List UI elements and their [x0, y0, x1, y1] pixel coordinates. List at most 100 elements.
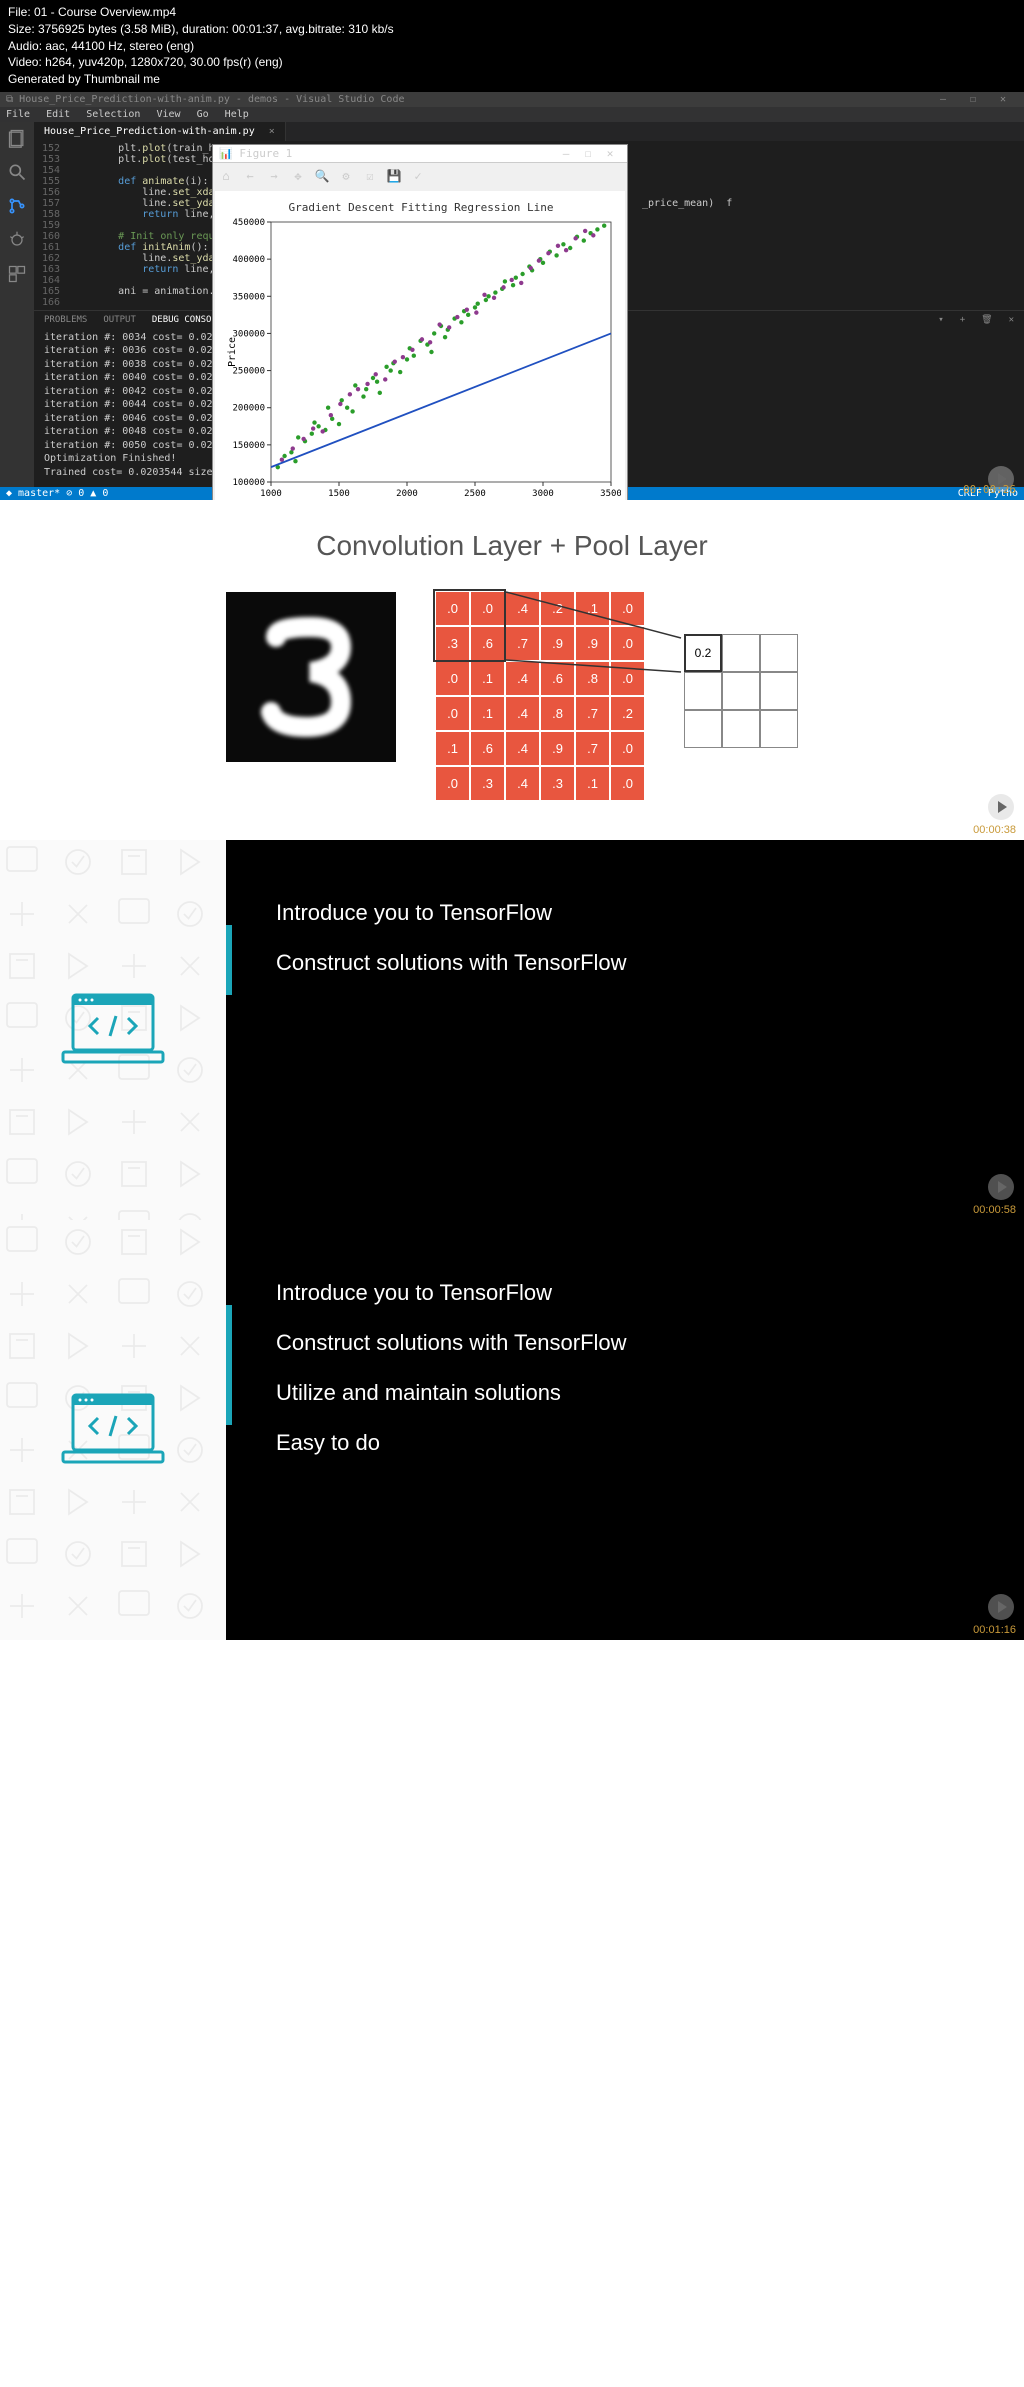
video-metadata-header: File: 01 - Course Overview.mp4 Size: 375… — [0, 0, 1024, 92]
conv-cell: .4 — [506, 732, 539, 765]
conv-cell: .0 — [611, 592, 644, 625]
svg-text:2000: 2000 — [396, 489, 418, 499]
activity-bar — [0, 122, 34, 488]
editor-tabs: House_Price_Prediction-with-anim.py × — [34, 122, 1024, 141]
conv-cell: .8 — [576, 662, 609, 695]
slide-line: Introduce you to TensorFlow — [276, 1280, 994, 1306]
fig-maximize-button[interactable]: ☐ — [577, 147, 599, 160]
conv-cell: .4 — [506, 592, 539, 625]
fig-tool-0[interactable]: ⌂ — [217, 167, 235, 185]
timestamp-label: 00:01:16 — [973, 1624, 1016, 1636]
search-icon[interactable] — [7, 162, 27, 182]
conv-cell: .0 — [436, 662, 469, 695]
laptop-code-icon — [58, 990, 168, 1070]
digit-3-icon — [241, 607, 381, 747]
matplotlib-figure-window: 📊 Figure 1 — ☐ ✕ ⌂ ← → ✥ 🔍 ⚙ ☑ 💾 ✓ Gradient Desc… — [212, 144, 628, 519]
fig-minimize-button[interactable]: — — [555, 147, 577, 160]
fig-tool-7[interactable]: 💾 — [385, 167, 403, 185]
extensions-icon[interactable] — [7, 264, 27, 284]
slide-left-panel — [0, 840, 226, 1220]
fig-close-button[interactable]: ✕ — [599, 147, 621, 160]
vscode-window: ⧉ House_Price_Prediction-with-anim.py - … — [0, 92, 1024, 501]
fig-tool-8[interactable]: ✓ — [409, 167, 427, 185]
conv-cell: .4 — [506, 697, 539, 730]
vscode-icon: ⧉ — [6, 94, 13, 105]
accent-bar — [226, 925, 232, 995]
panel-add-icon[interactable]: + — [960, 315, 965, 325]
conv-cell: .0 — [436, 697, 469, 730]
svg-text:3500: 3500 — [600, 489, 621, 499]
debug-icon[interactable] — [7, 230, 27, 250]
gen-line: Generated by Thumbnail me — [8, 71, 1016, 88]
svg-text:Price: Price — [227, 337, 238, 367]
play-overlay-icon[interactable] — [988, 1594, 1014, 1620]
svg-text:Gradient Descent Fitting Regre: Gradient Descent Fitting Regression Line — [289, 201, 554, 214]
menu-selection[interactable]: Selection — [86, 109, 140, 120]
fig-tool-4[interactable]: 🔍 — [313, 167, 331, 185]
timestamp-label: 00:00:58 — [973, 1204, 1016, 1216]
figure-toolbar: ⌂ ← → ✥ 🔍 ⚙ ☑ 💾 ✓ — [213, 163, 627, 189]
timestamp-label: 00:00:26 — [963, 483, 1016, 496]
fig-tool-3[interactable]: ✥ — [289, 167, 307, 185]
menu-file[interactable]: File — [6, 109, 30, 120]
fig-tool-6[interactable]: ☑ — [361, 167, 379, 185]
menu-go[interactable]: Go — [197, 109, 209, 120]
accent-bar — [226, 1305, 232, 1425]
pool-cell — [722, 634, 760, 672]
minimize-button[interactable]: — — [928, 94, 958, 105]
conv-cell: .6 — [471, 627, 504, 660]
menu-edit[interactable]: Edit — [46, 109, 70, 120]
pool-cell — [684, 710, 722, 748]
pool-cell — [684, 672, 722, 710]
audio-line: Audio: aac, 44100 Hz, stereo (eng) — [8, 38, 1016, 55]
laptop-code-icon — [58, 1390, 168, 1470]
conv-cell: .7 — [576, 697, 609, 730]
conv-cell: .3 — [471, 767, 504, 800]
mnist-digit-image — [226, 592, 396, 762]
svg-text:1500: 1500 — [328, 489, 350, 499]
tab-close-icon[interactable]: × — [269, 126, 275, 137]
source-control-icon[interactable] — [7, 196, 27, 216]
conv-cell: .0 — [471, 592, 504, 625]
play-overlay-icon[interactable] — [988, 1174, 1014, 1200]
conv-cell: .3 — [436, 627, 469, 660]
fig-tool-5[interactable]: ⚙ — [337, 167, 355, 185]
status-left[interactable]: ◆ master* ⊘ 0 ▲ 0 — [6, 488, 108, 499]
pool-cell — [760, 672, 798, 710]
figure-titlebar: 📊 Figure 1 — ☐ ✕ — [213, 145, 627, 163]
fig-tool-1[interactable]: ← — [241, 167, 259, 185]
conv-cell: .0 — [436, 592, 469, 625]
conv-cell: .2 — [611, 697, 644, 730]
slide-left-panel — [0, 1220, 226, 1640]
explorer-icon[interactable] — [7, 128, 27, 148]
panel-output[interactable]: OUTPUT — [103, 315, 136, 325]
svg-text:100000: 100000 — [232, 478, 265, 488]
panel-trash-icon[interactable]: 🗑 — [981, 315, 992, 325]
slide-line: Construct solutions with TensorFlow — [276, 950, 994, 976]
play-overlay-icon[interactable] — [988, 794, 1014, 820]
fig-tool-2[interactable]: → — [265, 167, 283, 185]
menu-help[interactable]: Help — [225, 109, 249, 120]
editor-tab[interactable]: House_Price_Prediction-with-anim.py × — [34, 122, 286, 141]
conv-cell: .1 — [576, 592, 609, 625]
vscode-menubar: File Edit Selection View Go Help — [0, 107, 1024, 122]
menu-view[interactable]: View — [156, 109, 180, 120]
panel-close-icon[interactable]: ✕ — [1009, 315, 1014, 325]
tab-label: House_Price_Prediction-with-anim.py — [44, 126, 255, 137]
size-line: Size: 3756925 bytes (3.58 MiB), duration… — [8, 21, 1016, 38]
panel-expand-icon[interactable]: ▾ — [938, 315, 943, 325]
pool-value: 0.2 — [695, 646, 712, 660]
video-line: Video: h264, yuv420p, 1280x720, 30.00 fp… — [8, 54, 1016, 71]
svg-text:3000: 3000 — [532, 489, 554, 499]
slide-line: Easy to do — [276, 1430, 994, 1456]
course-slide-1: Introduce you to TensorFlow Construct so… — [0, 840, 1024, 1220]
pool-cell — [722, 710, 760, 748]
panel-problems[interactable]: PROBLEMS — [44, 315, 87, 325]
conv-cell: .6 — [471, 732, 504, 765]
conv-cell: .8 — [541, 697, 574, 730]
close-button[interactable]: ✕ — [988, 94, 1018, 105]
conv-cell: .0 — [611, 662, 644, 695]
conv-title: Convolution Layer + Pool Layer — [0, 530, 1024, 562]
pool-grid: 0.2 — [684, 634, 798, 748]
maximize-button[interactable]: ☐ — [958, 94, 988, 105]
